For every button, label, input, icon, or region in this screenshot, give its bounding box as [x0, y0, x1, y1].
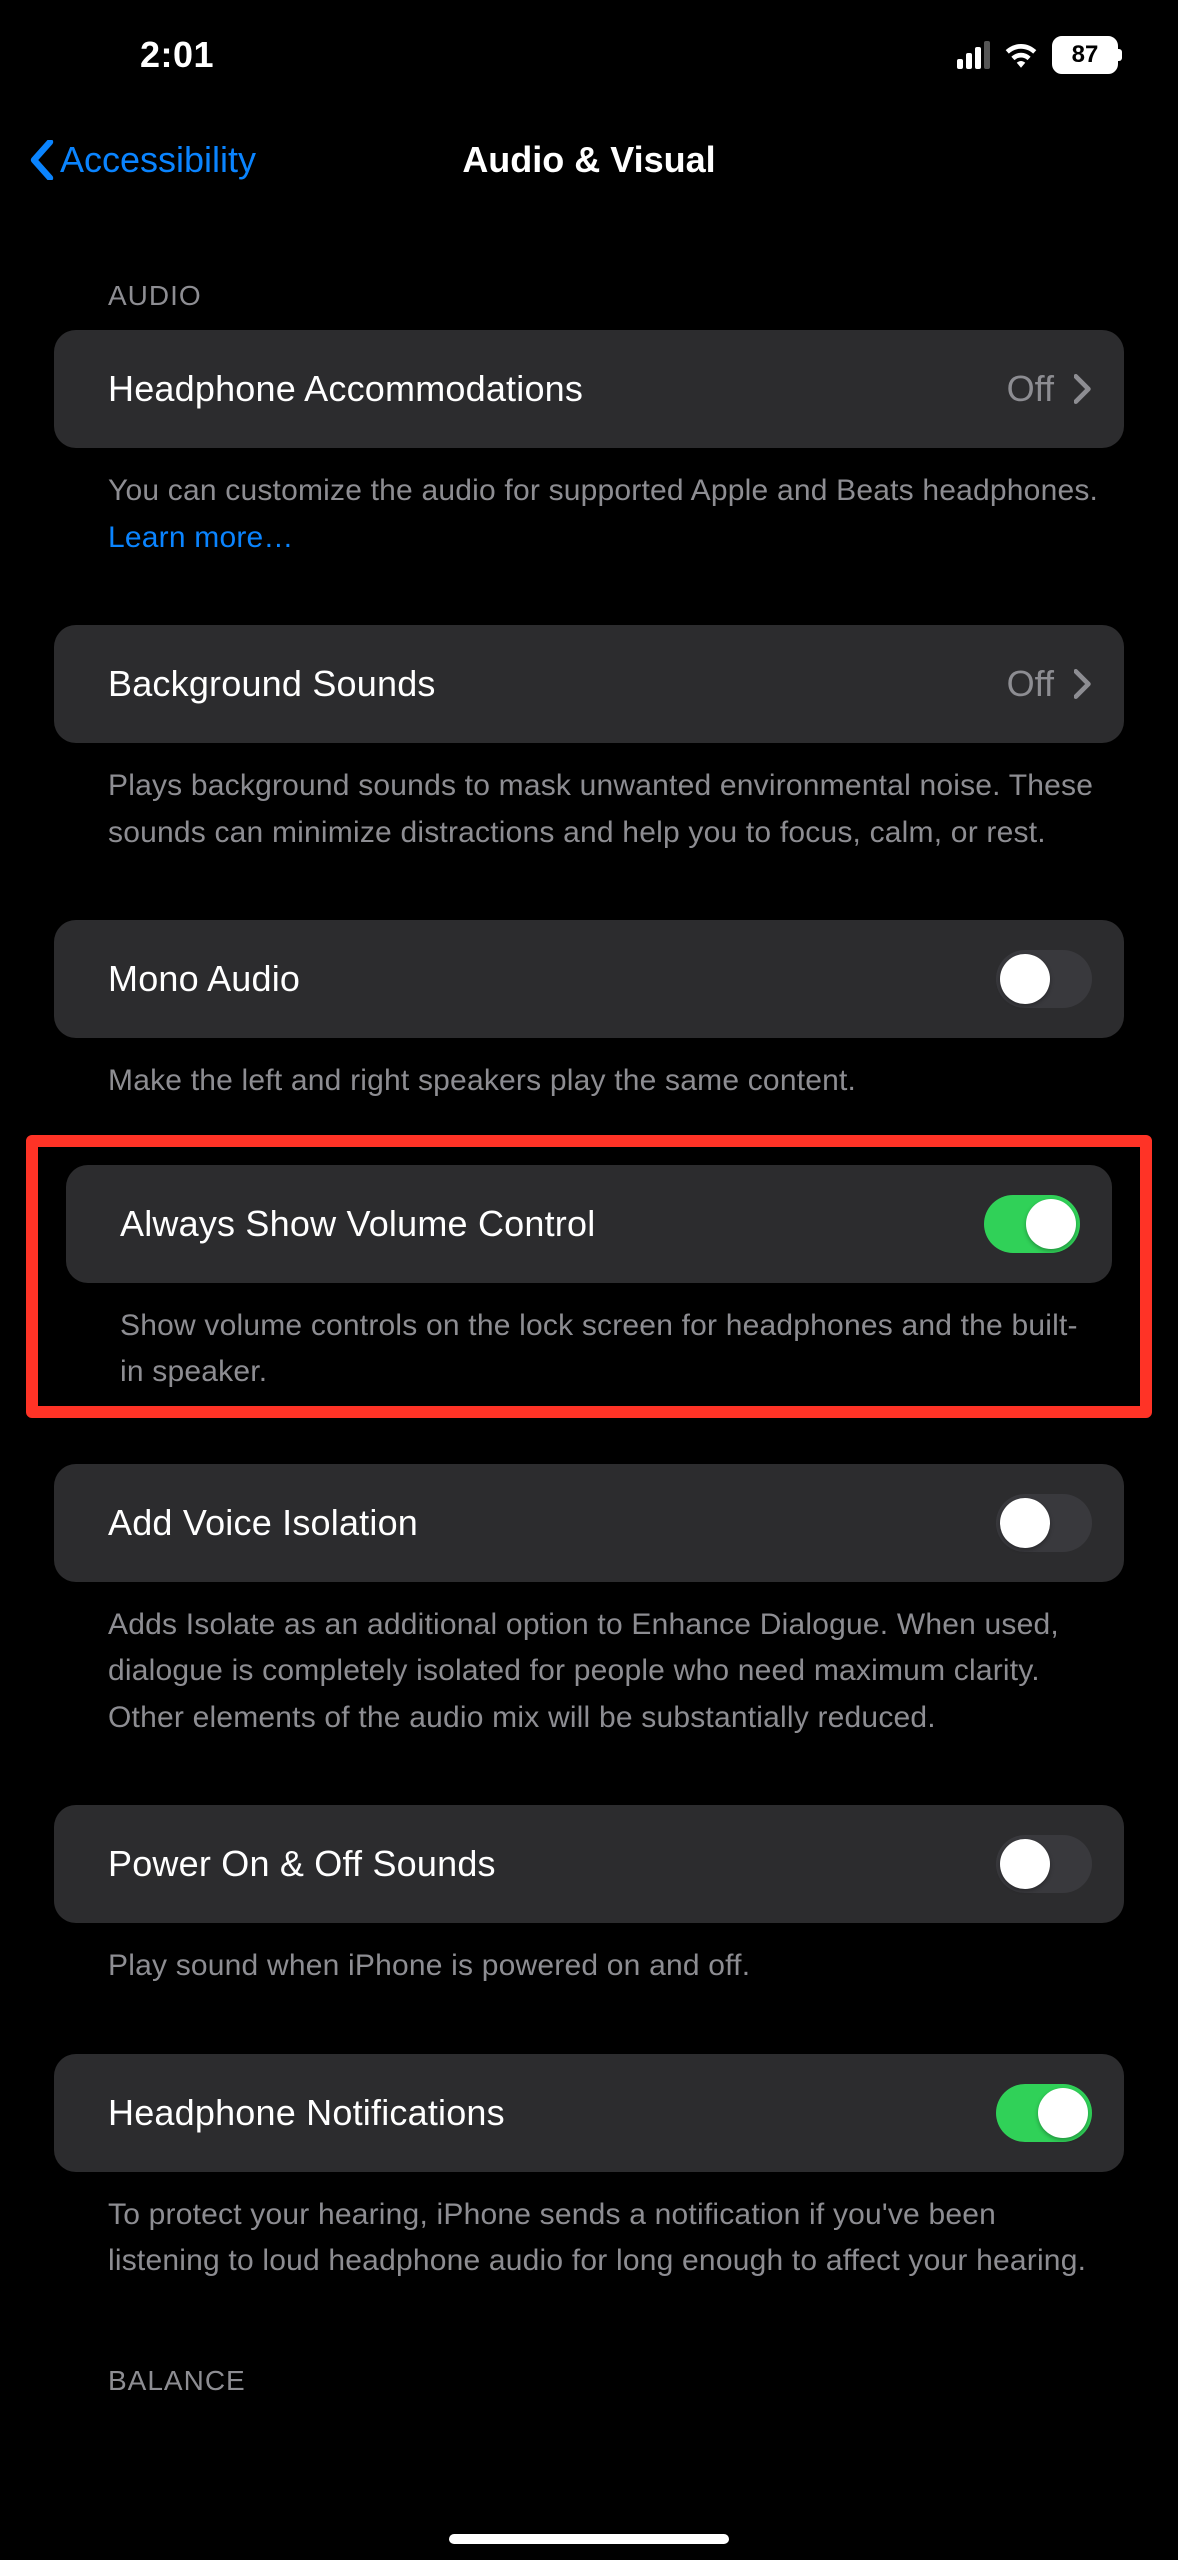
row-add-voice-isolation[interactable]: Add Voice Isolation: [54, 1464, 1124, 1582]
page-title: Audio & Visual: [462, 139, 715, 181]
wifi-icon: [1004, 42, 1038, 68]
row-value: Off: [1007, 663, 1054, 705]
row-label: Headphone Accommodations: [108, 368, 583, 410]
row-label: Power On & Off Sounds: [108, 1843, 496, 1885]
row-footer-headphone-accommodations: You can customize the audio for supporte…: [54, 448, 1124, 561]
row-mono-audio[interactable]: Mono Audio: [54, 920, 1124, 1038]
row-headphone-accommodations[interactable]: Headphone Accommodations Off: [54, 330, 1124, 448]
status-indicators: 87: [957, 36, 1118, 74]
status-bar: 2:01 87: [0, 0, 1178, 110]
section-header-audio: AUDIO: [54, 210, 1124, 330]
row-always-show-volume-control[interactable]: Always Show Volume Control: [66, 1165, 1112, 1283]
row-footer-headphone-notifications: To protect your hearing, iPhone sends a …: [54, 2172, 1124, 2285]
row-label: Mono Audio: [108, 958, 300, 1000]
cellular-icon: [957, 41, 990, 69]
back-button[interactable]: Accessibility: [30, 139, 256, 181]
row-label: Add Voice Isolation: [108, 1502, 418, 1544]
row-footer-always-show-volume: Show volume controls on the lock screen …: [38, 1283, 1140, 1396]
chevron-right-icon: [1074, 669, 1092, 699]
chevron-right-icon: [1074, 374, 1092, 404]
row-footer-power-sounds: Play sound when iPhone is powered on and…: [54, 1923, 1124, 1990]
section-header-balance: BALANCE: [54, 2285, 1124, 2415]
learn-more-link[interactable]: Learn more…: [108, 521, 294, 554]
toggle-always-show-volume[interactable]: [984, 1195, 1080, 1253]
row-footer-add-voice-isolation: Adds Isolate as an additional option to …: [54, 1582, 1124, 1742]
row-power-on-off-sounds[interactable]: Power On & Off Sounds: [54, 1805, 1124, 1923]
home-indicator[interactable]: [449, 2534, 729, 2544]
toggle-mono-audio[interactable]: [996, 950, 1092, 1008]
row-headphone-notifications[interactable]: Headphone Notifications: [54, 2054, 1124, 2172]
row-value: Off: [1007, 368, 1054, 410]
battery-icon: 87: [1052, 36, 1118, 74]
row-label: Headphone Notifications: [108, 2092, 505, 2134]
toggle-headphone-notifications[interactable]: [996, 2084, 1092, 2142]
row-label: Background Sounds: [108, 663, 436, 705]
row-footer-mono-audio: Make the left and right speakers play th…: [54, 1038, 1124, 1105]
back-label: Accessibility: [60, 139, 256, 181]
chevron-left-icon: [30, 140, 54, 180]
toggle-add-voice-isolation[interactable]: [996, 1494, 1092, 1552]
highlight-box: Always Show Volume Control Show volume c…: [26, 1135, 1152, 1418]
status-time: 2:01: [140, 34, 214, 76]
nav-bar: Accessibility Audio & Visual: [0, 110, 1178, 210]
row-label: Always Show Volume Control: [120, 1203, 595, 1245]
toggle-power-sounds[interactable]: [996, 1835, 1092, 1893]
row-background-sounds[interactable]: Background Sounds Off: [54, 625, 1124, 743]
row-footer-background-sounds: Plays background sounds to mask unwanted…: [54, 743, 1124, 856]
